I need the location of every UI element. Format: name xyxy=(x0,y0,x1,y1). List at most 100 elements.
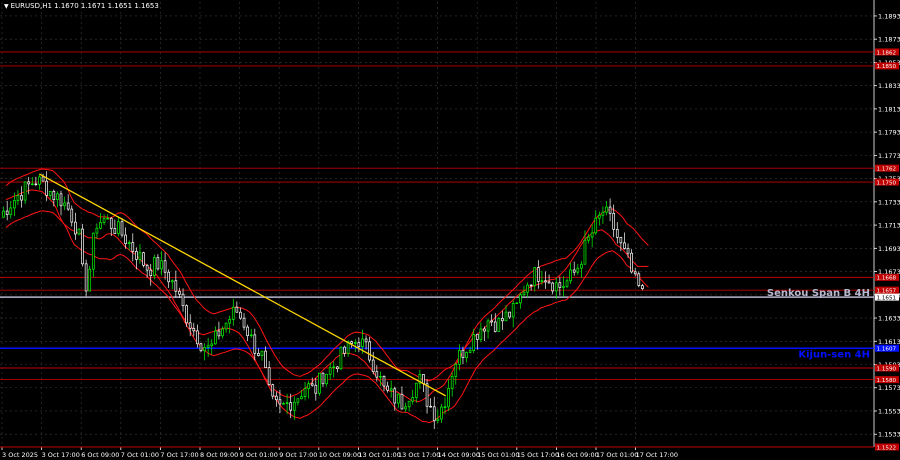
candle-body xyxy=(641,285,644,290)
price-level-label: 1.1862 xyxy=(877,50,897,56)
candle-body xyxy=(594,217,598,234)
candle-body xyxy=(440,406,443,420)
candle-body xyxy=(246,326,249,337)
candle-body xyxy=(508,311,511,318)
candle-body xyxy=(321,372,325,385)
candle-body xyxy=(249,334,253,337)
candle-body xyxy=(325,373,328,385)
candle-body xyxy=(163,260,167,273)
candle-body xyxy=(106,217,109,220)
candle-body xyxy=(30,183,34,186)
candle-body xyxy=(27,181,31,185)
candle-body xyxy=(91,232,95,270)
candle-body xyxy=(554,282,558,292)
candle-body xyxy=(379,375,382,378)
candle-body xyxy=(307,383,310,389)
x-tick-label: 17 Oct 17:00 xyxy=(636,451,678,459)
candle-body xyxy=(328,367,332,375)
candle-body xyxy=(529,284,533,287)
candle-body xyxy=(224,322,228,330)
candle-body xyxy=(120,221,124,236)
candle-body xyxy=(56,193,59,200)
candle-body xyxy=(615,228,619,238)
y-tick-label: 1.1813 xyxy=(878,105,900,113)
candle-body xyxy=(353,342,357,344)
candle-body xyxy=(511,303,515,318)
candle-body xyxy=(450,375,454,389)
candle-body xyxy=(619,236,623,244)
x-tick-label: 6 Oct 09:00 xyxy=(81,451,119,459)
candle-body xyxy=(368,341,371,361)
candle-body xyxy=(590,232,594,238)
candle-body xyxy=(562,285,565,288)
candle-body xyxy=(9,207,13,215)
y-tick-label: 1.1893 xyxy=(878,12,900,20)
candle-body xyxy=(490,320,493,323)
price-level-label: 1.1762 xyxy=(877,166,897,172)
y-tick-label: 1.1833 xyxy=(878,82,900,90)
candle-body xyxy=(583,239,587,265)
candle-body xyxy=(74,221,77,235)
candle-body xyxy=(174,280,178,292)
candle-body xyxy=(210,343,214,347)
x-tick-label: 13 Oct 17:00 xyxy=(398,451,440,459)
candle-body xyxy=(314,384,318,394)
candle-body xyxy=(493,321,497,332)
x-tick-label: 3 Oct 17:00 xyxy=(42,451,80,459)
candle-body xyxy=(239,311,242,319)
candle-body xyxy=(48,191,52,196)
candle-body xyxy=(213,330,217,345)
candle-body xyxy=(267,367,271,386)
candle-body xyxy=(257,353,260,356)
candle-body xyxy=(5,210,9,215)
symbol-title: EURUSD,H1 1.1670 1.1671 1.1651 1.1653 xyxy=(10,2,159,10)
candle-body xyxy=(178,290,181,295)
candle-body xyxy=(70,208,74,223)
candle-body xyxy=(544,280,547,283)
candle-body xyxy=(414,382,418,398)
candle-body xyxy=(2,210,5,218)
price-level-label: 1.1590 xyxy=(877,366,897,372)
candle-body xyxy=(113,228,117,234)
candle-body xyxy=(468,350,472,353)
candle-body xyxy=(206,345,210,348)
candle-body xyxy=(95,227,99,234)
candle-body xyxy=(443,406,447,408)
candle-body xyxy=(63,202,66,207)
ichimoku-mid-line xyxy=(5,189,649,403)
y-tick-label: 1.1873 xyxy=(878,36,900,44)
candle-body xyxy=(117,221,120,234)
x-tick-label: 9 Oct 17:00 xyxy=(279,451,317,459)
candle-body xyxy=(81,228,84,265)
candle-body xyxy=(160,260,163,270)
candle-body xyxy=(253,334,257,354)
candle-body xyxy=(637,273,641,286)
candle-body xyxy=(336,366,339,370)
candle-body xyxy=(389,388,393,391)
y-tick-label: 1.1633 xyxy=(878,315,900,323)
candle-body xyxy=(601,211,605,216)
candle-body xyxy=(371,359,375,373)
symbol-header: ▼ EURUSD,H1 1.1670 1.1671 1.1651 1.1653 xyxy=(4,2,159,10)
price-level-label: 1.1651 xyxy=(877,295,897,301)
candle-body xyxy=(16,195,20,201)
x-tick-label: 15 Oct 17:00 xyxy=(517,451,559,459)
senkou-span-b-label: Senkou Span B 4H xyxy=(767,288,870,299)
kijun-sen-label: Kijun-sen 4H xyxy=(798,350,870,361)
candle-body xyxy=(102,218,106,223)
candle-body xyxy=(540,280,544,282)
candle-body xyxy=(142,252,145,266)
candle-body xyxy=(425,383,429,407)
candle-body xyxy=(339,346,343,370)
candle-body xyxy=(292,401,296,411)
candle-body xyxy=(436,418,440,422)
candle-body xyxy=(221,328,224,337)
candle-body xyxy=(23,181,27,201)
candle-body xyxy=(386,385,389,391)
candle-body xyxy=(465,352,468,359)
candle-body xyxy=(77,228,81,235)
candle-body xyxy=(605,206,608,213)
candle-body xyxy=(20,195,23,201)
candle-body xyxy=(454,363,458,377)
candle-body xyxy=(149,269,153,276)
